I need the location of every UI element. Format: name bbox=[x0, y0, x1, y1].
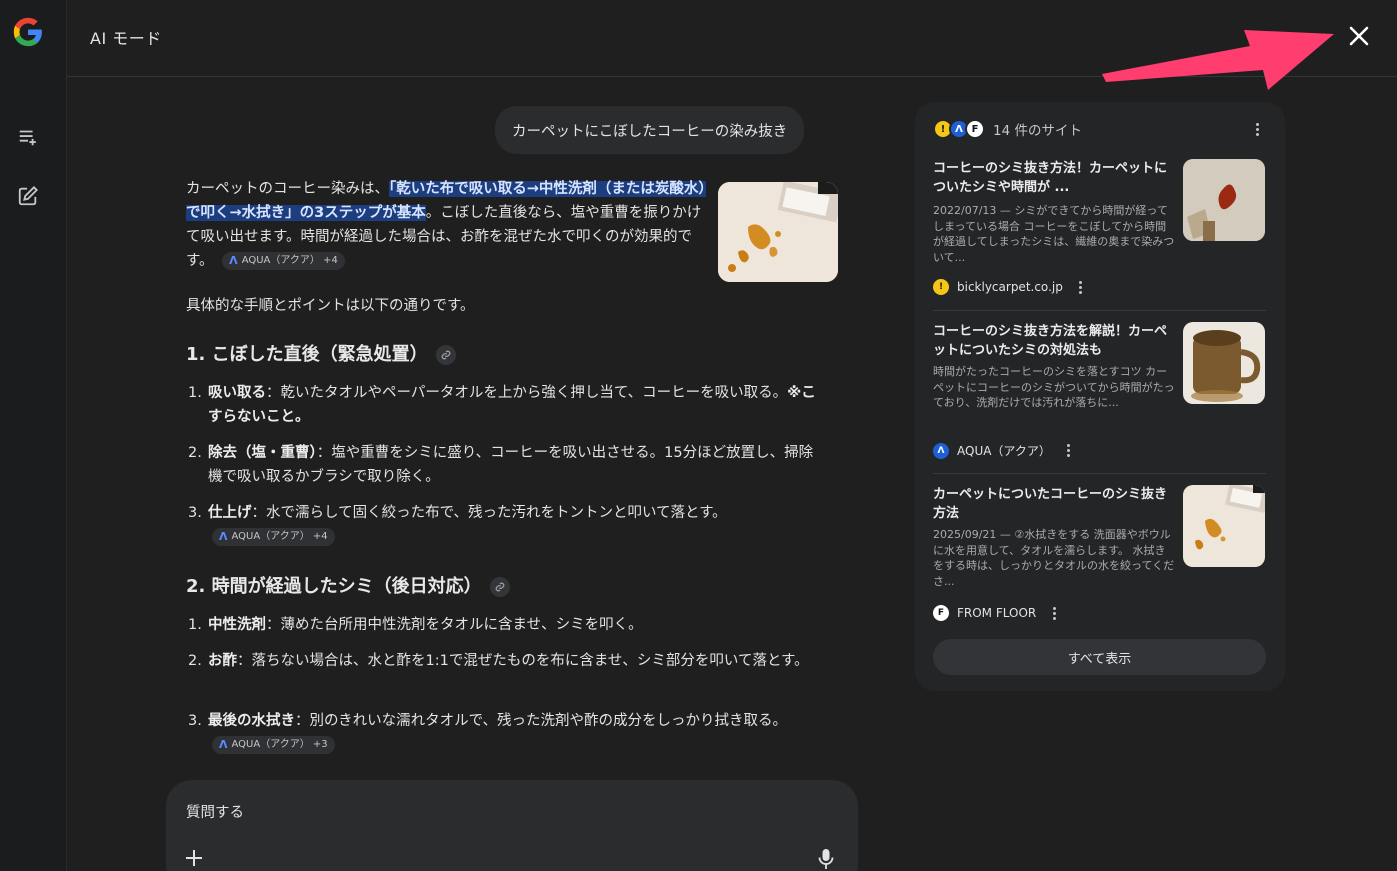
new-chat-button[interactable] bbox=[16, 184, 40, 208]
source-site: F FROM FLOOR bbox=[933, 605, 1062, 621]
source-thumbnail bbox=[1183, 159, 1265, 241]
list-item: 2. 除去（塩・重曹）：塩や重曹をシミに盛り、コーヒーを吸い出させる。15分ほど… bbox=[188, 445, 814, 485]
link-icon[interactable] bbox=[489, 577, 510, 597]
source-favicons: ! Λ F bbox=[933, 118, 987, 140]
ask-input[interactable]: 質問する bbox=[186, 801, 244, 822]
source-card[interactable]: カーペットについたコーヒーのシミ抜き方法 2025/09/21 — ②水拭きをす… bbox=[933, 485, 1266, 635]
source-site: ! bicklycarpet.co.jp bbox=[933, 279, 1089, 295]
mic-icon[interactable] bbox=[816, 848, 836, 870]
sources-panel: ! Λ F 14 件のサイト コーヒーのシミ抜き方法！カーペットについたシミや時… bbox=[915, 102, 1285, 691]
bickly-favicon-icon: ! bbox=[933, 279, 949, 295]
answer-paragraph: 具体的な手順とポイントは以下の通りです。 bbox=[186, 298, 475, 314]
list-item: 2. お酢：落ちない場合は、水と酢を1:1で混ぜたものを布に含ませ、シミ部分を叩… bbox=[188, 653, 809, 669]
fromfloor-favicon-icon: F bbox=[965, 119, 985, 139]
link-icon[interactable] bbox=[435, 345, 456, 365]
show-all-button[interactable]: すべて表示 bbox=[933, 639, 1266, 675]
ask-input-box[interactable]: 質問する bbox=[166, 780, 858, 871]
user-query-bubble: カーペットにこぼしたコーヒーの染み抜き bbox=[495, 106, 805, 154]
citation-chip[interactable]: Λ AQUA（アクア） +4 bbox=[222, 252, 345, 270]
aqua-favicon-icon: Λ bbox=[933, 442, 949, 459]
plus-icon[interactable] bbox=[184, 848, 204, 868]
source-thumbnail bbox=[1183, 322, 1265, 404]
citation-chip[interactable]: Λ AQUA（アクア） +4 bbox=[212, 528, 335, 546]
close-button[interactable] bbox=[1347, 24, 1371, 48]
history-button[interactable] bbox=[16, 125, 40, 149]
more-options-icon[interactable] bbox=[1061, 443, 1077, 459]
list-add-icon bbox=[19, 130, 36, 146]
list-item: 3. 最後の水拭き：別のきれいな濡れタオルで、残った洗剤や酢の成分をしっかり拭き… bbox=[188, 709, 848, 757]
source-card[interactable]: コーヒーのシミ抜き方法を解説！カーペットについたシミの対処法も 時間がたったコー… bbox=[933, 322, 1266, 472]
fromfloor-favicon-icon: F bbox=[933, 605, 949, 621]
aqua-logo-icon: Λ bbox=[229, 254, 238, 267]
source-thumbnail bbox=[1183, 485, 1265, 567]
main-content: カーペットにこぼしたコーヒーの染み抜き カーペットのコーヒー染みは、「乾いた布で… bbox=[67, 77, 1397, 871]
more-options-icon[interactable] bbox=[1046, 605, 1062, 621]
sources-header: ! Λ F 14 件のサイト bbox=[933, 118, 1082, 140]
section-heading-1: 1. こぼした直後（緊急処置） bbox=[186, 343, 456, 367]
ai-answer: カーペットのコーヒー染みは、「乾いた布で吸い取る→中性洗剤（または炭酸水）で叩く… bbox=[186, 177, 846, 754]
page-title: AI モード bbox=[90, 29, 162, 48]
intro-text: カーペットのコーヒー染みは、 bbox=[186, 181, 389, 197]
more-options-icon[interactable] bbox=[1073, 279, 1089, 295]
section-heading-2: 2. 時間が経過したシミ（後日対応） bbox=[186, 575, 510, 599]
citation-chip[interactable]: Λ AQUA（アクア） +3 bbox=[212, 736, 335, 754]
edit-icon bbox=[18, 185, 39, 206]
divider bbox=[933, 473, 1266, 474]
more-options-icon[interactable] bbox=[1249, 121, 1265, 137]
source-card[interactable]: コーヒーのシミ抜き方法！カーペットについたシミや時間が ... 2022/07/… bbox=[933, 159, 1266, 309]
answer-image[interactable] bbox=[718, 182, 838, 282]
list-item: 3. 仕上げ：水で濡らして固く絞った布で、残った汚れをトントンと叩いて落とす。 … bbox=[188, 501, 848, 549]
sources-count: 14 件のサイト bbox=[993, 123, 1082, 139]
list-item: 1. 吸い取る：乾いたタオルやペーパータオルを上から強く押し当て、コーヒーを吸い… bbox=[188, 385, 816, 425]
google-logo[interactable] bbox=[11, 15, 45, 49]
side-rail bbox=[0, 0, 67, 871]
source-site: Λ AQUA（アクア） bbox=[933, 442, 1077, 459]
answer-intro: カーペットのコーヒー染みは、「乾いた布で吸い取る→中性洗剤（または炭酸水）で叩く… bbox=[186, 177, 706, 273]
aqua-logo-icon: Λ bbox=[219, 530, 228, 543]
aqua-logo-icon: Λ bbox=[219, 738, 228, 751]
divider bbox=[933, 310, 1266, 311]
list-item: 1. 中性洗剤：薄めた台所用中性洗剤をタオルに含ませ、シミを叩く。 bbox=[188, 617, 643, 633]
